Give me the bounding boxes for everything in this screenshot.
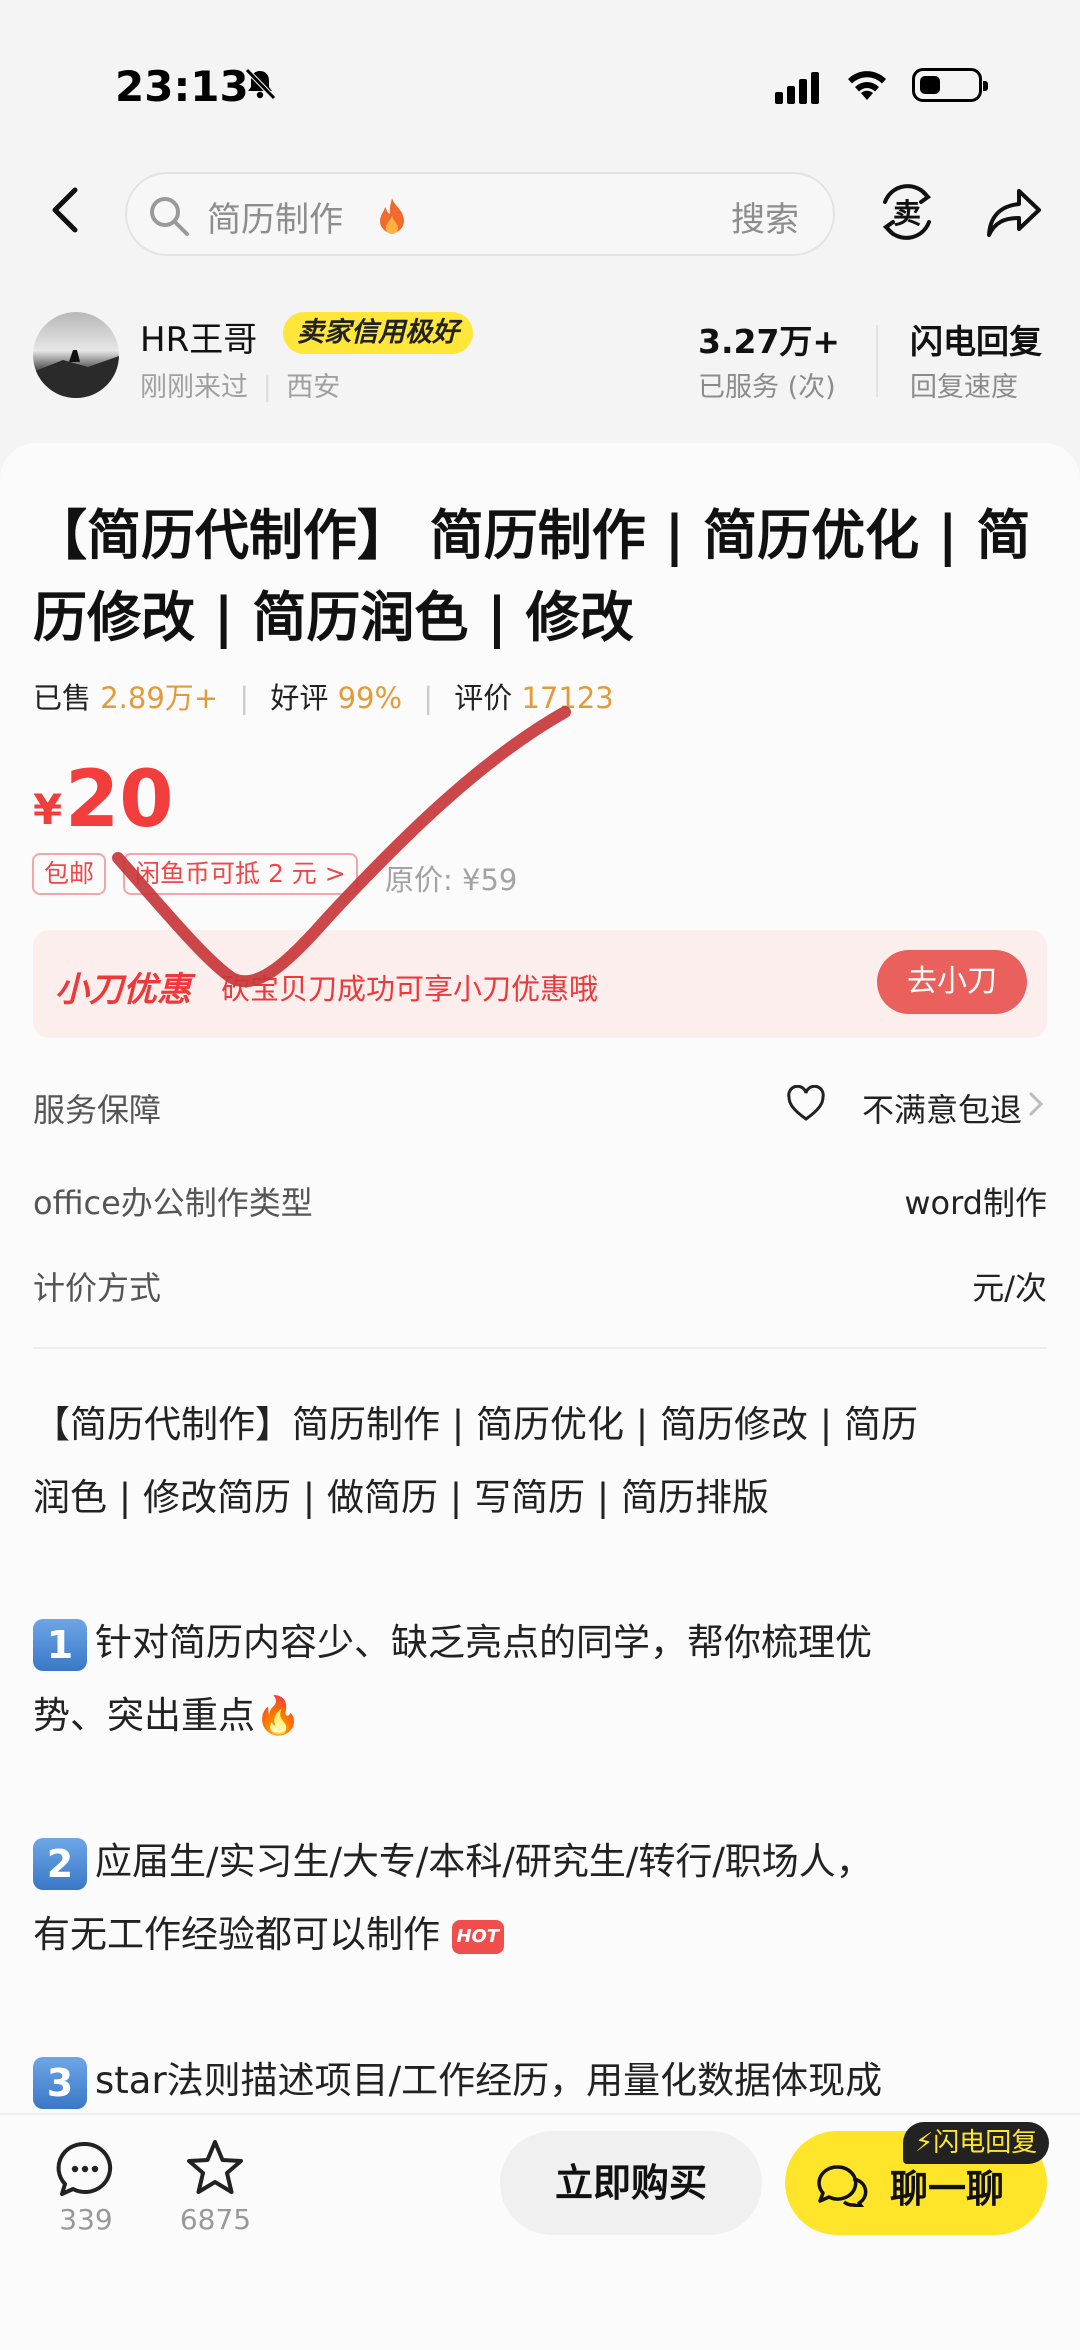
seller-location: 西安 <box>286 372 341 403</box>
point-2-text-cont: 有无工作经验都可以制作 HOT <box>33 1898 1053 1971</box>
battery-icon <box>912 68 988 102</box>
sell-icon[interactable]: 卖 <box>875 180 939 244</box>
chat-button-label: 聊一聊 <box>890 2167 1005 2211</box>
sold-value: 2.89万+ <box>100 681 219 715</box>
office-type-label: office办公制作类型 <box>33 1184 313 1222</box>
point-2-text: 应届生/实习生/大专/本科/研究生/转行/职场人， <box>95 1840 873 1883</box>
flame-icon <box>380 198 404 234</box>
served-count: 3.27万+ <box>698 322 841 361</box>
svg-text:卖: 卖 <box>893 197 921 230</box>
reviews-label[interactable]: 评价 <box>454 681 512 715</box>
favorite-count: 6875 <box>179 2203 252 2236</box>
chat-bubbles-icon <box>817 2165 868 2207</box>
point-1-text-cont: 势、突出重点🔥 <box>33 1694 302 1737</box>
original-price: 原价: ¥59 <box>385 863 518 897</box>
description-point-3: 3 star法则描述项目/工作经历，用量化数据体现成 <box>33 2044 1053 2117</box>
comment-count: 339 <box>59 2203 113 2236</box>
bargain-promo-banner[interactable]: 小刀优惠 砍宝贝刀成功可享小刀优惠哦 去小刀 <box>33 930 1047 1038</box>
back-arrow-icon[interactable] <box>45 185 85 235</box>
heart-icon <box>787 1085 825 1121</box>
status-time: 23:13 <box>115 62 249 111</box>
divider <box>33 1347 1047 1349</box>
search-submit[interactable]: 搜索 <box>731 192 799 241</box>
share-icon[interactable] <box>985 185 1043 239</box>
price-currency: ¥ <box>33 785 63 834</box>
reply-speed-label: 回复速度 <box>910 372 1018 403</box>
point-2-text-line2: 有无工作经验都可以制作 <box>33 1913 440 1956</box>
reply-speed-value: 闪电回复 <box>910 322 1042 361</box>
office-type-value: word制作 <box>904 1184 1047 1222</box>
search-icon <box>150 197 189 236</box>
rating-value: 99% <box>337 681 403 715</box>
product-metrics: 已售 2.89万+ | 好评 99% | 评价 17123 <box>33 681 614 715</box>
description-point-2: 2 应届生/实习生/大专/本科/研究生/转行/职场人， <box>33 1825 1053 1898</box>
point-3-text: star法则描述项目/工作经历，用量化数据体现成 <box>95 2059 883 2102</box>
search-bar[interactable]: 简历制作 搜索 <box>125 172 835 256</box>
point-1-text: 针对简历内容少、缺乏亮点的同学，帮你梳理优 <box>95 1621 872 1664</box>
bell-muted-icon <box>245 68 276 100</box>
pricing-label: 计价方式 <box>33 1269 162 1307</box>
hot-badge: HOT <box>451 1919 504 1954</box>
promo-title: 小刀优惠 <box>55 970 191 1010</box>
chevron-right-icon[interactable] <box>1028 1090 1044 1118</box>
number-3-icon: 3 <box>33 2056 87 2109</box>
service-guarantee-label: 服务保障 <box>33 1091 162 1129</box>
buy-now-button[interactable]: 立即购买 <box>500 2131 762 2235</box>
rating-label: 好评 <box>270 681 329 715</box>
number-1-icon: 1 <box>33 1618 87 1671</box>
star-icon[interactable] <box>185 2138 245 2198</box>
price: 20 <box>65 755 174 845</box>
free-shipping-tag: 包邮 <box>32 853 107 895</box>
seller-avatar[interactable] <box>33 312 119 398</box>
seller-last-seen: 刚刚来过 <box>140 372 248 403</box>
promo-text: 砍宝贝刀成功可享小刀优惠哦 <box>221 972 599 1006</box>
bargain-button[interactable]: 去小刀 <box>877 950 1027 1014</box>
wifi-icon <box>848 71 886 100</box>
sold-label: 已售 <box>33 681 92 715</box>
served-label: 已服务 (次) <box>698 372 836 403</box>
description-intro-line1: 【简历代制作】简历制作 | 简历优化 | 简历修改 | 简历 <box>33 1403 918 1446</box>
description-point-1: 1 针对简历内容少、缺乏亮点的同学，帮你梳理优 <box>33 1606 1053 1679</box>
coin-discount-tag[interactable]: 闲鱼币可抵 2 元 > <box>123 853 358 895</box>
seller-name[interactable]: HR王哥 <box>140 312 257 361</box>
description-intro-line2: 润色 | 修改简历 | 做简历 | 写简历 | 简历排版 <box>33 1476 769 1519</box>
search-query[interactable]: 简历制作 <box>207 192 343 241</box>
reviews-value[interactable]: 17123 <box>521 681 613 715</box>
service-guarantee-value[interactable]: 不满意包退 <box>862 1085 1022 1131</box>
pricing-value: 元/次 <box>972 1269 1047 1307</box>
flash-reply-tag: ⚡闪电回复 <box>903 2122 1050 2164</box>
divider <box>876 325 878 397</box>
cellular-signal-icon <box>775 72 823 104</box>
seller-credit-badge: 卖家信用极好 <box>283 312 473 354</box>
number-2-icon: 2 <box>33 1837 87 1890</box>
seller-subinfo: 刚刚来过 | 西安 <box>140 372 341 403</box>
product-title: 【简历代制作】 简历制作 | 简历优化 | 简历修改 | 简历润色 | 修改 <box>33 504 1031 649</box>
comment-icon[interactable] <box>56 2140 114 2198</box>
